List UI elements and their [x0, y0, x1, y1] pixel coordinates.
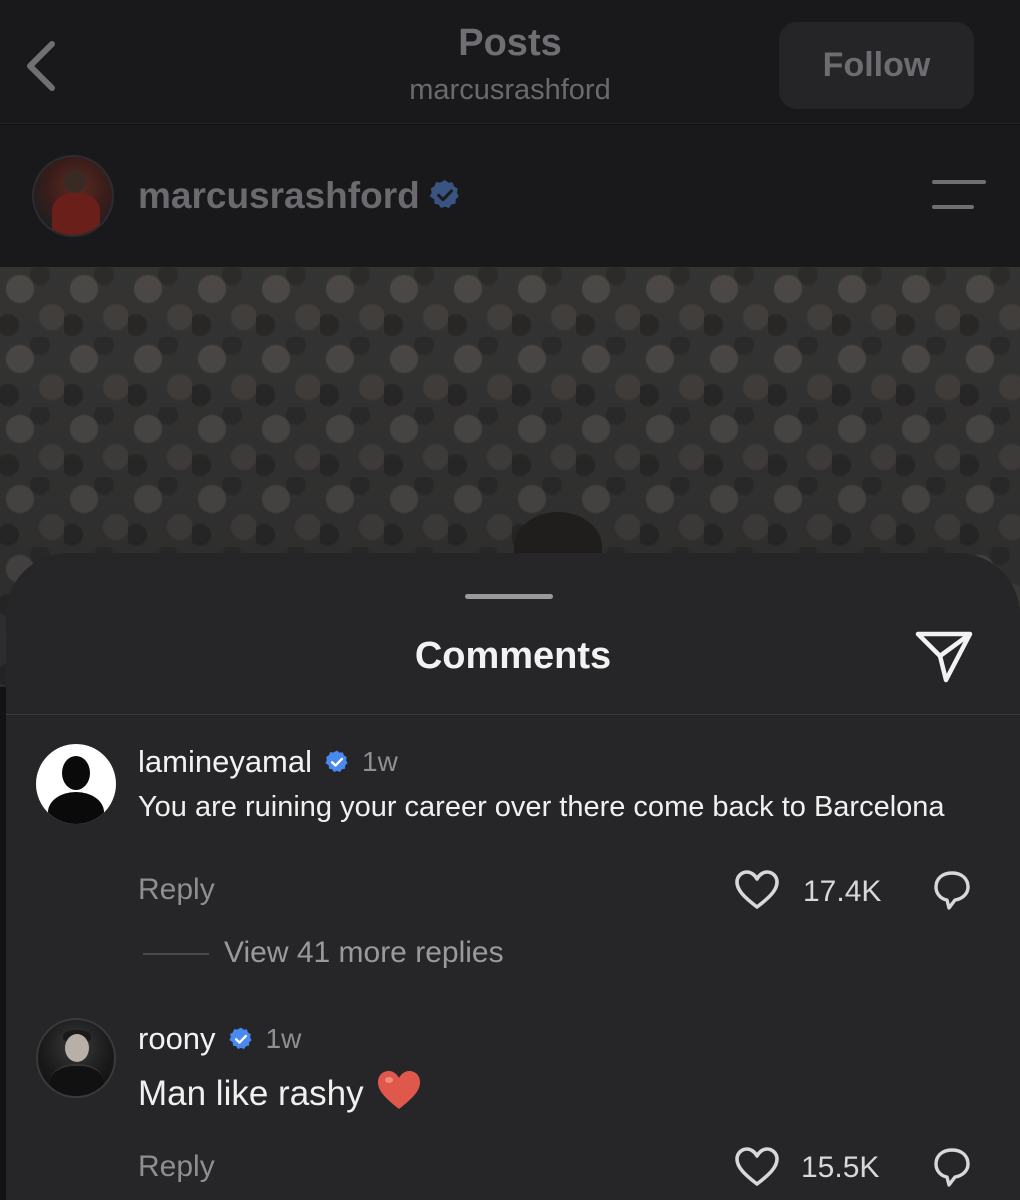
red-heart-emoji-icon [377, 1071, 420, 1109]
verified-badge-icon [325, 750, 348, 772]
verified-badge-icon [429, 180, 459, 209]
comment-timestamp: 1w [265, 1023, 302, 1054]
like-count: 15.5K [801, 1151, 880, 1184]
view-more-replies-link[interactable]: View 41 more replies [224, 936, 504, 970]
follow-button[interactable]: Follow [779, 22, 974, 109]
commenter-username[interactable]: lamineyamal [138, 744, 312, 780]
heart-icon[interactable] [734, 1146, 780, 1188]
commenter-username[interactable]: roony [138, 1021, 216, 1057]
menu-icon[interactable] [932, 178, 986, 212]
comments-title: Comments [414, 635, 612, 677]
post-author-avatar[interactable] [32, 155, 114, 237]
top-nav-bar: Posts marcusrashford Follow [0, 0, 1020, 124]
comment-text: Man like rashy [138, 1069, 422, 1114]
comment-header: lamineyamal 1w [138, 744, 398, 780]
reply-button[interactable]: Reply [138, 873, 215, 907]
commenter-avatar[interactable] [36, 1018, 116, 1098]
sheet-grabber-handle[interactable] [465, 594, 553, 599]
comment-text-body: Man like rashy [138, 1074, 364, 1113]
reply-bubble-icon[interactable] [932, 1146, 972, 1188]
verified-badge-icon [228, 1027, 252, 1049]
screen: Posts marcusrashford Follow marcusrashfo… [0, 0, 1020, 1200]
heart-icon[interactable] [734, 869, 780, 911]
comments-sheet: Comments lamineyamal 1w You are ruining … [6, 553, 1020, 1200]
post-header: marcusrashford [0, 125, 1020, 267]
commenter-avatar[interactable] [36, 744, 116, 824]
share-icon[interactable] [912, 628, 976, 686]
reply-bubble-icon[interactable] [932, 869, 972, 911]
comment-timestamp: 1w [362, 746, 398, 777]
reply-button[interactable]: Reply [138, 1150, 215, 1184]
like-count: 17.4K [803, 875, 882, 908]
replies-divider [143, 953, 209, 955]
sheet-divider [6, 714, 1020, 715]
comment-text: You are ruining your career over there c… [138, 791, 945, 823]
post-author-username[interactable]: marcusrashford [138, 175, 420, 217]
comment-header: roony 1w [138, 1021, 301, 1057]
